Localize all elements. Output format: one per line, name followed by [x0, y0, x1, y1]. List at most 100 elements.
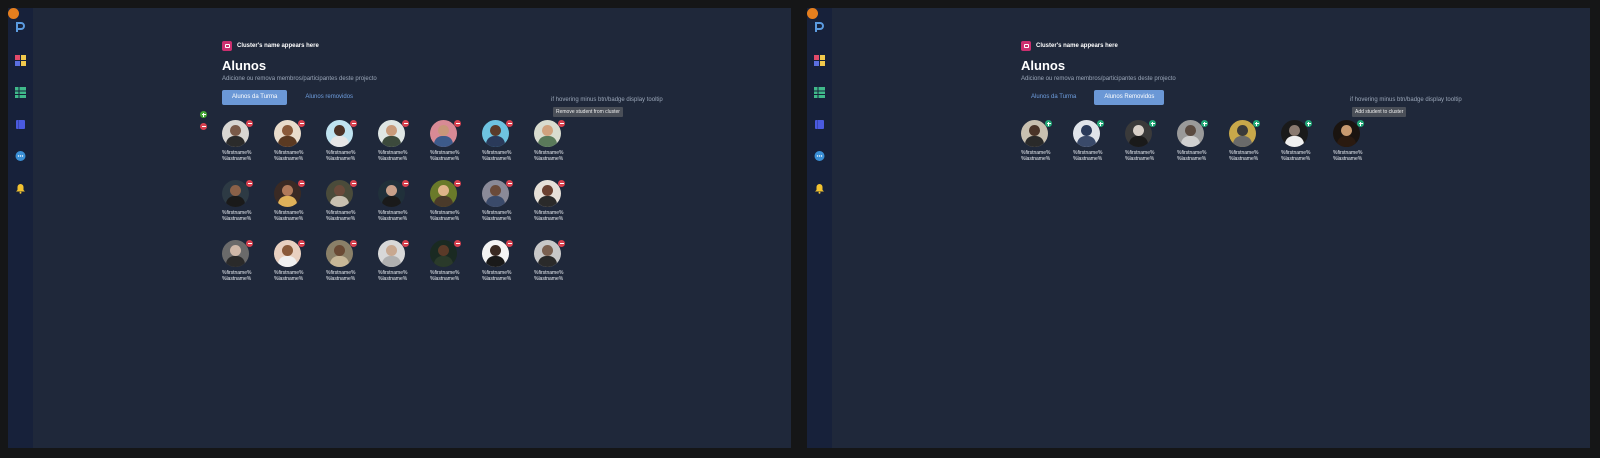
- student-lastname: %lastname%: [430, 156, 460, 162]
- student-card[interactable]: %firstname% %lastname%: [430, 180, 461, 222]
- student-card[interactable]: %firstname% %lastname%: [326, 180, 357, 222]
- student-card[interactable]: %firstname% %lastname%: [222, 180, 253, 222]
- remove-student-button[interactable]: [402, 180, 409, 187]
- apps-icon[interactable]: [15, 55, 26, 66]
- remove-student-button[interactable]: [558, 180, 565, 187]
- user-avatar[interactable]: [807, 8, 818, 19]
- remove-student-button[interactable]: [350, 180, 357, 187]
- student-card[interactable]: %firstname% %lastname%: [326, 120, 357, 162]
- apps-icon[interactable]: [814, 55, 825, 66]
- student-card[interactable]: %firstname% %lastname%: [274, 180, 305, 222]
- logo-icon[interactable]: [814, 21, 825, 32]
- student-card[interactable]: %firstname% %lastname%: [378, 120, 409, 162]
- student-card[interactable]: %firstname% %lastname%: [274, 120, 305, 162]
- tab-removed-students[interactable]: Alunos Removidos: [1094, 90, 1165, 105]
- remove-student-button[interactable]: [506, 180, 513, 187]
- student-card[interactable]: %firstname% %lastname%: [1125, 120, 1156, 162]
- student-card[interactable]: %firstname% %lastname%: [1281, 120, 1312, 162]
- student-avatar: [222, 240, 253, 267]
- student-card[interactable]: %firstname% %lastname%: [274, 240, 305, 282]
- remove-badge-sample[interactable]: [200, 123, 207, 130]
- student-name: %firstname% %lastname%: [222, 150, 256, 162]
- student-lastname: %lastname%: [274, 216, 304, 222]
- book-icon[interactable]: [15, 119, 26, 130]
- student-lastname: %lastname%: [482, 216, 512, 222]
- student-card[interactable]: %firstname% %lastname%: [534, 120, 565, 162]
- sidebar: [807, 8, 832, 448]
- add-student-button[interactable]: [1045, 120, 1052, 127]
- student-avatar: [378, 240, 409, 267]
- tab-class-students[interactable]: Alunos da Turma: [222, 90, 288, 105]
- remove-student-button[interactable]: [246, 120, 253, 127]
- student-card[interactable]: %firstname% %lastname%: [1177, 120, 1208, 162]
- book-icon[interactable]: [814, 119, 825, 130]
- student-name: %firstname% %lastname%: [378, 150, 412, 162]
- student-avatar: [482, 240, 513, 267]
- student-name: %firstname% %lastname%: [1125, 150, 1159, 162]
- remove-student-button[interactable]: [454, 240, 461, 247]
- student-card[interactable]: %firstname% %lastname%: [222, 240, 253, 282]
- add-student-button[interactable]: [1097, 120, 1104, 127]
- add-student-button[interactable]: [1357, 120, 1364, 127]
- remove-student-button[interactable]: [246, 180, 253, 187]
- add-student-button[interactable]: [1201, 120, 1208, 127]
- student-card[interactable]: %firstname% %lastname%: [430, 120, 461, 162]
- student-avatar: [430, 240, 461, 267]
- student-lastname: %lastname%: [1229, 156, 1259, 162]
- logo-icon[interactable]: [15, 21, 26, 32]
- add-student-button[interactable]: [1305, 120, 1312, 127]
- chat-icon[interactable]: [15, 151, 26, 162]
- main-content: Cluster's name appears here Alunos Adici…: [222, 40, 742, 105]
- add-badge-sample[interactable]: [200, 111, 207, 118]
- student-card[interactable]: %firstname% %lastname%: [1229, 120, 1260, 162]
- remove-student-button[interactable]: [558, 240, 565, 247]
- student-card[interactable]: %firstname% %lastname%: [482, 240, 513, 282]
- student-card[interactable]: %firstname% %lastname%: [1073, 120, 1104, 162]
- user-avatar[interactable]: [8, 8, 19, 19]
- remove-student-button[interactable]: [298, 120, 305, 127]
- student-card[interactable]: %firstname% %lastname%: [534, 180, 565, 222]
- add-student-button[interactable]: [1149, 120, 1156, 127]
- remove-student-button[interactable]: [454, 120, 461, 127]
- table-icon[interactable]: [15, 87, 26, 98]
- student-card[interactable]: %firstname% %lastname%: [326, 240, 357, 282]
- tab-removed-students[interactable]: Alunos removidos: [295, 90, 363, 105]
- tab-class-students[interactable]: Alunos da Turma: [1021, 90, 1086, 105]
- table-icon[interactable]: [814, 87, 825, 98]
- student-card[interactable]: %firstname% %lastname%: [378, 180, 409, 222]
- remove-student-button[interactable]: [350, 120, 357, 127]
- student-card[interactable]: %firstname% %lastname%: [534, 240, 565, 282]
- remove-student-button[interactable]: [402, 240, 409, 247]
- remove-student-button[interactable]: [298, 180, 305, 187]
- student-card[interactable]: %firstname% %lastname%: [482, 180, 513, 222]
- remove-student-button[interactable]: [558, 120, 565, 127]
- bell-icon[interactable]: [15, 183, 26, 194]
- remove-student-button[interactable]: [402, 120, 409, 127]
- remove-student-button[interactable]: [350, 240, 357, 247]
- cluster-name: Cluster's name appears here: [1036, 42, 1118, 49]
- remove-student-button[interactable]: [506, 240, 513, 247]
- student-card[interactable]: %firstname% %lastname%: [482, 120, 513, 162]
- student-lastname: %lastname%: [222, 276, 252, 282]
- remove-student-button[interactable]: [506, 120, 513, 127]
- student-name: %firstname% %lastname%: [534, 150, 568, 162]
- student-card[interactable]: %firstname% %lastname%: [430, 240, 461, 282]
- cluster-name: Cluster's name appears here: [237, 42, 319, 49]
- remove-student-button[interactable]: [454, 180, 461, 187]
- hover-note: if hovering minus btn/badge display tool…: [1350, 97, 1462, 103]
- student-avatar: [1281, 120, 1312, 147]
- student-name: %firstname% %lastname%: [1021, 150, 1055, 162]
- student-card[interactable]: %firstname% %lastname%: [378, 240, 409, 282]
- remove-student-button[interactable]: [298, 240, 305, 247]
- student-card[interactable]: %firstname% %lastname%: [222, 120, 253, 162]
- bell-icon[interactable]: [814, 183, 825, 194]
- remove-student-button[interactable]: [246, 240, 253, 247]
- student-lastname: %lastname%: [222, 156, 252, 162]
- add-student-button[interactable]: [1253, 120, 1260, 127]
- hover-note: if hovering minus btn/badge display tool…: [551, 97, 663, 103]
- cluster-header: Cluster's name appears here: [1021, 40, 1541, 51]
- chat-icon[interactable]: [814, 151, 825, 162]
- student-card[interactable]: %firstname% %lastname%: [1333, 120, 1364, 162]
- student-card[interactable]: %firstname% %lastname%: [1021, 120, 1052, 162]
- student-avatar: [534, 120, 565, 147]
